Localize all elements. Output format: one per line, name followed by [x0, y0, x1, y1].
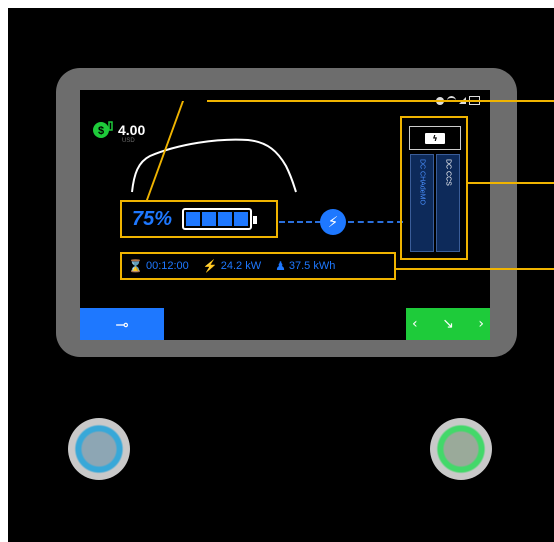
callout-line — [468, 182, 554, 184]
battery-connector-icon: ϟ — [409, 126, 461, 150]
battery-cell — [218, 212, 233, 226]
stat-energy-value: 37.5 kWh — [288, 260, 336, 272]
battery-percent: 75% — [132, 207, 173, 230]
battery-tip — [253, 216, 258, 224]
stat-power-value: 24.2 kW — [220, 260, 262, 272]
connector-ccs[interactable]: DC CCS — [436, 154, 460, 252]
callout-line — [207, 100, 554, 102]
back-plug-icon: ⊸ — [115, 314, 129, 334]
svg-text:$: $ — [98, 125, 104, 137]
stat-power: ⚡ 24.2 kW — [203, 259, 261, 273]
back-plug-button[interactable]: ⊸ — [80, 308, 164, 340]
connector-label: DC CHAdeMO — [418, 159, 426, 205]
chevron-left-icon: ‹ — [412, 316, 418, 332]
hourglass-icon: ⌛ — [128, 259, 143, 273]
right-physical-button[interactable] — [430, 418, 492, 480]
connector-callout-box: ϟ DC CHAdeMO DC CCS — [400, 116, 468, 260]
charge-link-line — [348, 221, 403, 223]
battery-icon — [182, 208, 258, 230]
person-energy-icon: ♟ — [275, 259, 286, 273]
start-plug-icon: ↘ — [442, 316, 454, 332]
stats-callout-box: ⌛ 00:12:00 ⚡ 24.2 kW ♟ 37.5 kWh — [120, 252, 396, 280]
chevron-right-icon: › — [478, 316, 484, 332]
charger-screen: $ 4.00 USD 75% ⚡ ϟ DC CHAdeMO DC CCS ⌛ 0… — [80, 90, 490, 340]
dollar-plug-icon: $ — [93, 121, 113, 138]
battery-cell — [234, 212, 249, 226]
battery-cell — [186, 212, 201, 226]
charge-link-line — [279, 221, 321, 223]
bolt-icon: ⚡ — [320, 209, 346, 235]
stat-time: ⌛ 00:12:00 — [128, 259, 189, 273]
flash-icon: ⚡ — [202, 259, 218, 273]
start-plug-button[interactable]: ‹ ↘ › — [406, 308, 490, 340]
connector-label: DC CCS — [444, 159, 452, 186]
connector-chademo[interactable]: DC CHAdeMO — [410, 154, 434, 252]
stat-time-value: 00:12:00 — [145, 260, 189, 272]
callout-line — [396, 268, 554, 270]
battery-callout-box: 75% — [120, 200, 278, 238]
stat-energy: ♟ 37.5 kWh — [275, 259, 335, 273]
battery-cell — [202, 212, 217, 226]
left-physical-button[interactable] — [68, 418, 130, 480]
